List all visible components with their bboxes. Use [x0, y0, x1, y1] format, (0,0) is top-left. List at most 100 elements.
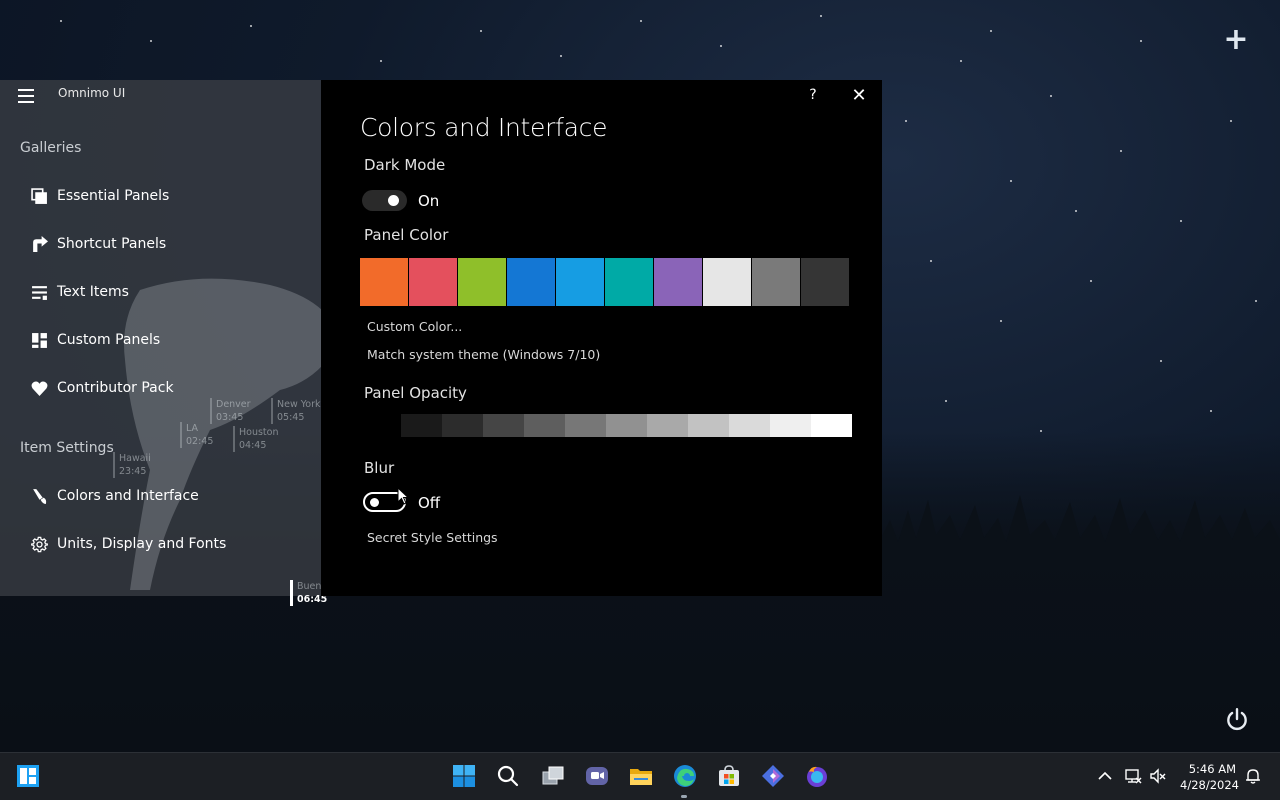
gear-icon [30, 535, 48, 553]
opacity-selector [401, 414, 852, 437]
opacity-step[interactable] [483, 414, 524, 437]
omnimo-start-button[interactable] [15, 763, 41, 789]
color-swatch-white[interactable] [703, 258, 751, 306]
color-swatch-light-blue[interactable] [556, 258, 604, 306]
nav-label: Text Items [57, 284, 129, 300]
file-explorer-button[interactable] [628, 763, 654, 789]
edge-button[interactable] [672, 763, 698, 789]
dark-mode-state: On [418, 192, 440, 210]
opacity-step[interactable] [442, 414, 483, 437]
match-system-theme-link[interactable]: Match system theme (Windows 7/10) [367, 347, 600, 362]
color-swatch-blue[interactable] [507, 258, 555, 306]
color-swatch-green[interactable] [458, 258, 506, 306]
nav-contributor-pack[interactable]: Contributor Pack [30, 373, 174, 403]
task-view-icon [542, 766, 564, 785]
help-button[interactable]: ? [803, 87, 823, 103]
panel-color-label: Panel Color [364, 226, 449, 244]
nav-label: Colors and Interface [57, 488, 199, 504]
color-swatch-orange[interactable] [360, 258, 408, 306]
nav-essential-panels[interactable]: Essential Panels [30, 181, 169, 211]
nav-units-display-fonts[interactable]: Units, Display and Fonts [30, 529, 226, 559]
colors-interface-dialog: ? ✕ Colors and Interface Dark Mode On Pa… [321, 80, 882, 596]
copilot-icon [762, 765, 784, 787]
notification-bell-icon [1246, 769, 1260, 784]
world-clock-houston: Houston 04:45 [233, 426, 278, 452]
windows-start-button[interactable] [451, 763, 477, 789]
color-swatch-teal[interactable] [605, 258, 653, 306]
nav-shortcut-panels[interactable]: Shortcut Panels [30, 229, 166, 259]
item-settings-heading: Item Settings [20, 440, 114, 456]
task-view-button[interactable] [540, 763, 566, 789]
secret-style-settings-link[interactable]: Secret Style Settings [367, 530, 498, 545]
firefox-icon [807, 766, 827, 787]
shortcut-icon [30, 235, 48, 253]
active-app-indicator [681, 795, 687, 798]
galleries-heading: Galleries [20, 140, 82, 156]
nav-colors-and-interface[interactable]: Colors and Interface [30, 481, 199, 511]
heart-icon [30, 379, 48, 397]
file-explorer-icon [630, 769, 652, 785]
windows-start-icon [453, 765, 475, 787]
teams-chat-icon [586, 767, 608, 785]
nav-label: Essential Panels [57, 188, 170, 204]
custom-color-link[interactable]: Custom Color... [367, 319, 462, 334]
clock-time: 5:46 AM [1188, 762, 1236, 776]
color-swatch-red[interactable] [409, 258, 457, 306]
nav-text-items[interactable]: Text Items [30, 277, 129, 307]
volume-button[interactable] [1149, 767, 1167, 785]
world-clock-hawaii: Hawaii 23:45 [113, 452, 151, 478]
nav-label: Units, Display and Fonts [57, 536, 227, 552]
copilot-button[interactable] [760, 763, 786, 789]
opacity-step[interactable] [729, 414, 770, 437]
menu-button[interactable] [18, 89, 34, 103]
volume-muted-icon [1150, 768, 1166, 784]
chevron-up-icon [1098, 771, 1112, 780]
show-hidden-icons-button[interactable] [1096, 767, 1114, 785]
sidebar: Omnimo UI Galleries Essential Panels Sho… [0, 80, 340, 596]
power-icon [1227, 708, 1247, 731]
panel-opacity-label: Panel Opacity [364, 384, 467, 402]
brush-icon [30, 487, 48, 505]
world-clock-new-york: New York 05:45 [271, 398, 321, 424]
store-button[interactable] [716, 763, 742, 789]
dark-mode-toggle[interactable] [362, 190, 407, 211]
notifications-button[interactable] [1244, 767, 1262, 785]
color-swatch-dark-gray[interactable] [801, 258, 849, 306]
opacity-step[interactable] [565, 414, 606, 437]
opacity-step[interactable] [647, 414, 688, 437]
edge-icon [674, 765, 696, 787]
clock[interactable]: 5:46 AM 4/28/2024 [1180, 761, 1239, 793]
blur-state: Off [418, 494, 441, 512]
opacity-step[interactable] [688, 414, 729, 437]
nav-label: Shortcut Panels [57, 236, 167, 252]
add-widget-button[interactable]: + [1222, 25, 1250, 55]
teams-chat-button[interactable] [584, 763, 610, 789]
store-icon [719, 765, 739, 786]
power-button[interactable] [1224, 706, 1250, 732]
dark-mode-label: Dark Mode [364, 156, 446, 174]
color-swatch-purple[interactable] [654, 258, 702, 306]
network-status-button[interactable] [1124, 767, 1142, 785]
color-swatch-row [360, 258, 850, 306]
opacity-step[interactable] [524, 414, 565, 437]
omnimo-start-icon [17, 765, 39, 787]
clock-date: 4/28/2024 [1180, 778, 1239, 792]
app-title: Omnimo UI [58, 86, 126, 100]
opacity-step[interactable] [606, 414, 647, 437]
opacity-step[interactable] [401, 414, 442, 437]
color-swatch-gray[interactable] [752, 258, 800, 306]
opacity-step[interactable] [770, 414, 811, 437]
mouse-cursor [397, 487, 409, 505]
nav-label: Custom Panels [57, 332, 161, 348]
network-icon [1125, 769, 1142, 784]
opacity-step[interactable] [811, 414, 852, 437]
search-button[interactable] [495, 763, 521, 789]
firefox-button[interactable] [804, 763, 830, 789]
close-button[interactable]: ✕ [849, 87, 869, 107]
text-lines-icon [30, 283, 48, 301]
taskbar: 5:46 AM 4/28/2024 [0, 752, 1280, 800]
nav-label: Contributor Pack [57, 380, 174, 396]
blur-label: Blur [364, 459, 395, 477]
world-clock-denver: Denver 03:45 [210, 398, 251, 424]
nav-custom-panels[interactable]: Custom Panels [30, 325, 160, 355]
